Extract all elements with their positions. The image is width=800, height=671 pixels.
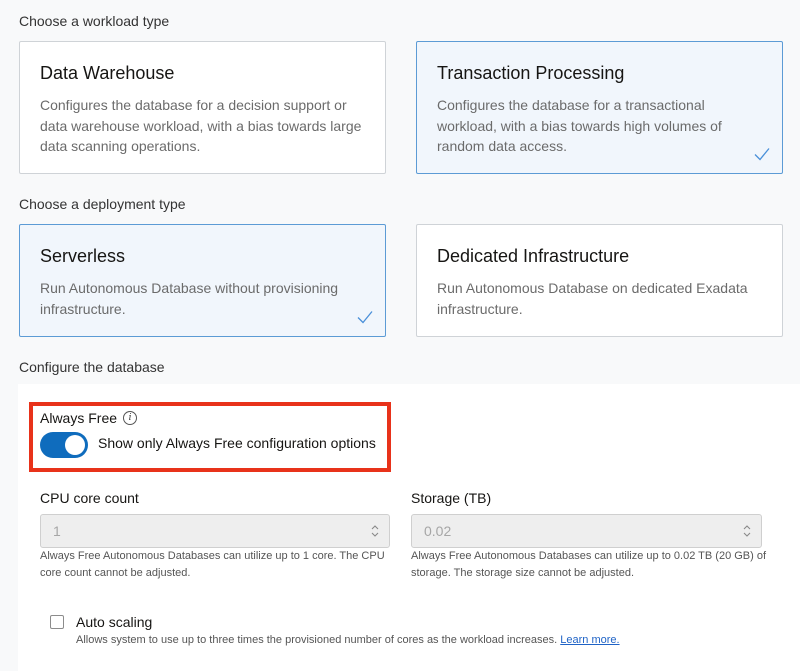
auto-scaling-label: Auto scaling [76,614,153,630]
auto-scaling-help-text: Allows system to use up to three times t… [76,634,558,646]
storage-input[interactable]: 0.02 [411,514,762,548]
card-data-warehouse[interactable]: Data Warehouse Configures the database f… [19,41,386,174]
card-description: Configures the database for a decision s… [40,97,362,154]
configure-database-heading: Configure the database [19,359,165,375]
cpu-core-count-help: Always Free Autonomous Databases can uti… [40,550,385,579]
learn-more-link[interactable]: Learn more. [560,634,619,646]
card-title: Transaction Processing [437,63,625,83]
always-free-label-group: Always Free i [40,410,138,426]
card-title: Dedicated Infrastructure [437,246,630,266]
storage-label: Storage (TB) [411,490,492,506]
card-description: Configures the database for a transactio… [437,97,722,154]
workload-type-heading: Choose a workload type [19,13,170,29]
cpu-core-count-value: 1 [53,523,61,539]
always-free-label: Always Free [40,410,118,426]
storage-value: 0.02 [424,523,452,539]
spinner-arrows-icon[interactable] [743,524,751,538]
card-serverless[interactable]: Serverless Run Autonomous Database witho… [19,224,386,337]
card-title: Serverless [40,246,126,266]
checkmark-icon [357,311,373,324]
checkmark-icon [754,148,770,161]
card-description: Run Autonomous Database on dedicated Exa… [437,280,748,317]
card-title: Data Warehouse [40,63,175,83]
card-dedicated-infrastructure[interactable]: Dedicated Infrastructure Run Autonomous … [416,224,783,337]
card-description: Run Autonomous Database without provisio… [40,280,339,317]
always-free-toggle-label: Show only Always Free configuration opti… [98,435,376,451]
cpu-core-count-label: CPU core count [40,490,139,506]
deployment-type-heading: Choose a deployment type [19,196,186,212]
info-icon[interactable]: i [123,411,138,425]
cpu-core-count-input[interactable]: 1 [40,514,390,548]
auto-scaling-checkbox[interactable] [50,615,64,629]
auto-scaling-help: Allows system to use up to three times t… [76,634,620,646]
toggle-knob [65,435,85,455]
storage-help: Always Free Autonomous Databases can uti… [411,550,767,579]
card-transaction-processing[interactable]: Transaction Processing Configures the da… [416,41,783,174]
always-free-toggle[interactable] [40,432,88,458]
spinner-arrows-icon[interactable] [371,524,379,538]
